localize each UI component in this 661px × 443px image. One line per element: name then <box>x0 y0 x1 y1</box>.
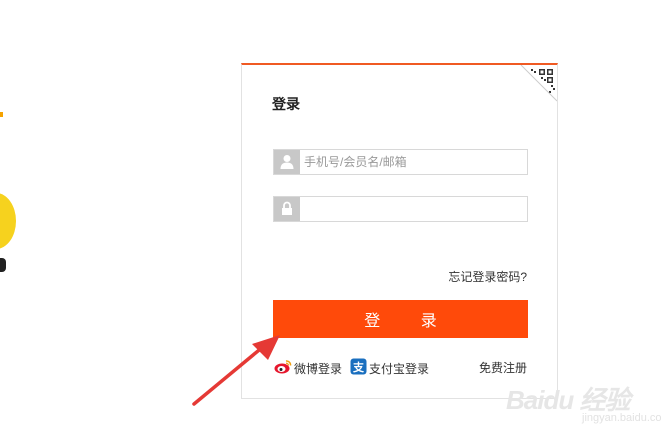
decorative-dash <box>0 112 3 117</box>
login-panel: 登录 忘记登录密码? 登 录 <box>241 63 558 399</box>
decorative-mark <box>0 258 6 272</box>
lock-icon <box>274 197 300 221</box>
username-field <box>273 149 528 175</box>
forgot-password-link[interactable]: 忘记登录密码? <box>448 268 527 285</box>
alipay-login-link[interactable]: 支 支付宝登录 <box>350 358 429 378</box>
third-party-login: 微博登录 支 支付宝登录 <box>274 358 437 378</box>
login-button[interactable]: 登 录 <box>273 300 528 338</box>
password-field <box>273 196 528 222</box>
qr-code-icon <box>517 65 557 105</box>
user-icon <box>274 150 300 174</box>
watermark-url: jingyan.baidu.com <box>582 412 661 424</box>
page: 登录 忘记登录密码? 登 录 <box>0 0 661 443</box>
arrow-pointer-icon <box>192 335 280 406</box>
decorative-emoji-icon <box>0 193 16 249</box>
svg-text:支: 支 <box>352 360 365 374</box>
qr-code-login-toggle[interactable] <box>517 65 557 105</box>
alipay-login-label: 支付宝登录 <box>369 361 430 376</box>
weibo-login-label: 微博登录 <box>294 361 343 376</box>
alipay-icon: 支 <box>350 358 367 378</box>
username-input[interactable] <box>304 152 522 172</box>
register-link[interactable]: 免费注册 <box>479 359 527 376</box>
password-input[interactable] <box>304 199 522 219</box>
login-title: 登录 <box>272 96 300 112</box>
